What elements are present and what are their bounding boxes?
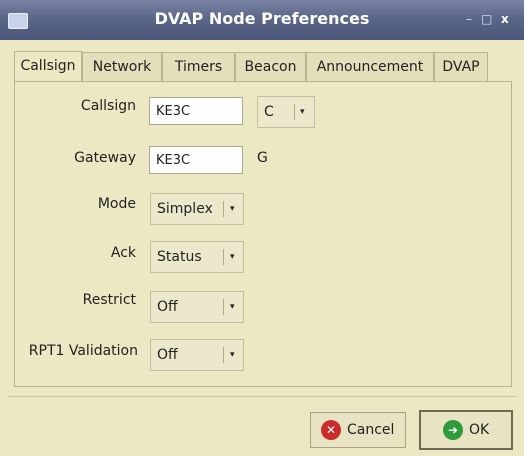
tab-network[interactable]: Network	[82, 52, 162, 81]
chevron-down-icon: ▾	[230, 204, 235, 214]
restrict-select[interactable]: Off ▾	[150, 291, 244, 323]
ok-button[interactable]: ➜ OK	[419, 410, 513, 450]
maximize-icon[interactable]: □	[481, 11, 492, 27]
mode-value: Simplex	[157, 201, 213, 217]
tab-beacon[interactable]: Beacon	[235, 52, 306, 81]
restrict-value: Off	[157, 299, 178, 315]
gateway-input[interactable]: KE3C	[149, 146, 243, 174]
chevron-down-icon: ▾	[230, 302, 235, 312]
callsign-label: Callsign	[80, 98, 136, 114]
callsign-suffix-value: C	[264, 104, 274, 120]
chevron-down-icon: ▾	[300, 107, 305, 117]
title-bar: DVAP Node Preferences – □ x	[0, 0, 524, 40]
window-title: DVAP Node Preferences	[154, 9, 370, 28]
chevron-down-icon: ▾	[230, 252, 235, 262]
combo-separator	[223, 249, 224, 265]
cancel-button-label: Cancel	[347, 422, 395, 438]
ack-value: Status	[157, 249, 202, 265]
tab-announcement[interactable]: Announcement	[306, 52, 434, 81]
callsign-suffix-select[interactable]: C ▾	[257, 96, 315, 128]
restrict-label: Restrict	[82, 292, 136, 308]
combo-separator	[223, 201, 224, 217]
mode-label: Mode	[97, 196, 136, 212]
combo-separator	[294, 104, 295, 120]
ok-button-label: OK	[469, 422, 490, 438]
rpt1-validation-select[interactable]: Off ▾	[150, 339, 244, 371]
rpt1-validation-label: RPT1 Validation	[28, 343, 138, 359]
button-separator	[8, 396, 516, 397]
cancel-icon: ✕	[321, 420, 341, 440]
tab-timers[interactable]: Timers	[162, 52, 235, 81]
ack-label: Ack	[110, 245, 136, 261]
tab-dvap[interactable]: DVAP	[434, 52, 488, 81]
combo-separator	[223, 299, 224, 315]
ok-icon: ➜	[443, 420, 463, 440]
tab-callsign[interactable]: Callsign	[14, 51, 82, 82]
rpt1-validation-value: Off	[157, 347, 178, 363]
cancel-button[interactable]: ✕ Cancel	[310, 412, 406, 448]
callsign-input[interactable]: KE3C	[149, 97, 243, 125]
combo-separator	[223, 347, 224, 363]
mode-select[interactable]: Simplex ▾	[150, 193, 244, 225]
ack-select[interactable]: Status ▾	[150, 241, 244, 273]
minimize-icon[interactable]: –	[466, 11, 472, 27]
gateway-label: Gateway	[74, 150, 136, 166]
close-icon[interactable]: x	[501, 11, 509, 27]
gateway-suffix: G	[257, 150, 268, 166]
chevron-down-icon: ▾	[230, 350, 235, 360]
